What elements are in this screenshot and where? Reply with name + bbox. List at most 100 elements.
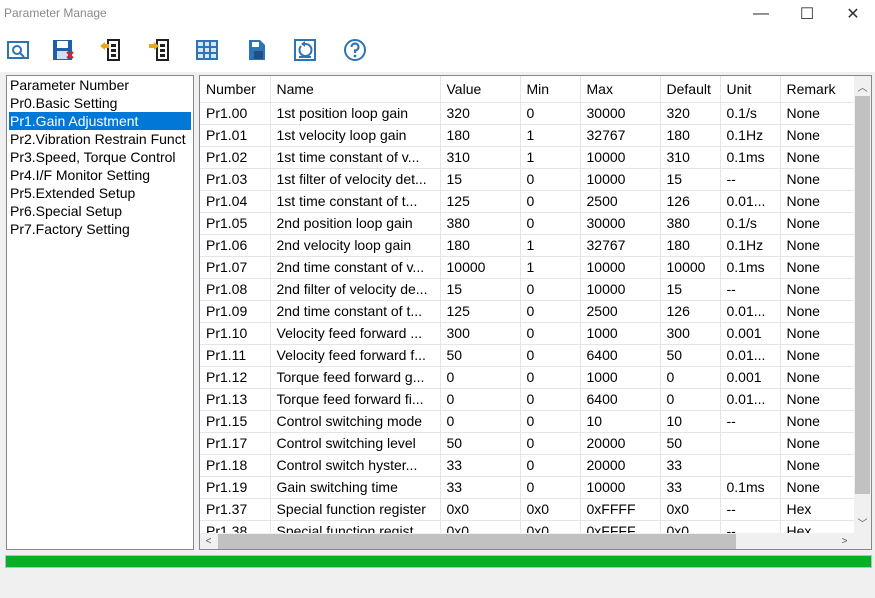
table-cell[interactable]: 0: [520, 454, 581, 477]
maximize-button[interactable]: ☐: [784, 0, 830, 27]
table-cell[interactable]: None: [780, 168, 854, 191]
table-cell[interactable]: Pr1.05: [200, 212, 271, 235]
column-header[interactable]: Max: [580, 76, 661, 103]
table-cell[interactable]: 1: [520, 124, 581, 147]
column-header[interactable]: Value: [440, 76, 521, 103]
upload-button[interactable]: [145, 36, 173, 64]
table-cell[interactable]: 0.1ms: [720, 476, 781, 499]
table-cell[interactable]: 0: [520, 432, 581, 455]
table-cell[interactable]: 10000: [580, 476, 661, 499]
tree-item[interactable]: Pr0.Basic Setting: [7, 94, 193, 112]
table-cell[interactable]: 15: [440, 278, 521, 301]
table-row[interactable]: Pr1.19 Gain switching time 33 0 10000 33 0.1ms…: [200, 476, 854, 499]
table-cell[interactable]: 0.1/s: [720, 212, 781, 235]
table-cell[interactable]: 0.01...: [720, 344, 781, 367]
table-cell[interactable]: 0.1Hz: [720, 124, 781, 147]
table-cell[interactable]: 2nd filter of velocity de...: [270, 278, 441, 301]
tree-item[interactable]: Parameter Number: [7, 76, 193, 94]
table-cell[interactable]: 20000: [580, 432, 661, 455]
minimize-button[interactable]: —: [738, 0, 784, 27]
table-cell[interactable]: 0.01...: [720, 388, 781, 411]
table-cell[interactable]: 0x0: [440, 498, 521, 521]
tree-item[interactable]: Pr3.Speed, Torque Control: [7, 148, 193, 166]
table-row[interactable]: Pr1.02 1st time constant of v... 310 1 10000…: [200, 146, 854, 169]
table-cell[interactable]: Pr1.13: [200, 388, 271, 411]
table-cell[interactable]: None: [780, 234, 854, 257]
scroll-right-button[interactable]: >: [836, 533, 853, 549]
column-header[interactable]: Name: [270, 76, 441, 103]
table-cell[interactable]: 0: [520, 476, 581, 499]
table-cell[interactable]: Pr1.09: [200, 300, 271, 323]
table-cell[interactable]: 0x0: [660, 498, 721, 521]
table-row[interactable]: Pr1.07 2nd time constant of v... 10000 1 100…: [200, 256, 854, 279]
table-cell[interactable]: 0xFFFF: [580, 520, 661, 533]
table-cell[interactable]: None: [780, 410, 854, 433]
scroll-left-button[interactable]: <: [200, 533, 217, 549]
table-cell[interactable]: 180: [660, 124, 721, 147]
table-cell[interactable]: Pr1.00: [200, 102, 271, 125]
table-button[interactable]: [193, 36, 221, 64]
table-cell[interactable]: 0: [520, 344, 581, 367]
table-cell[interactable]: 50: [660, 344, 721, 367]
table-cell[interactable]: Pr1.19: [200, 476, 271, 499]
table-cell[interactable]: 0: [520, 322, 581, 345]
table-cell[interactable]: 2nd time constant of t...: [270, 300, 441, 323]
table-cell[interactable]: Hex: [780, 498, 854, 521]
scroll-up-button[interactable]: ︿: [854, 78, 871, 95]
write-eeprom-button[interactable]: [242, 36, 270, 64]
table-cell[interactable]: 0: [520, 300, 581, 323]
tree-item[interactable]: Pr1.Gain Adjustment: [9, 112, 191, 130]
table-cell[interactable]: None: [780, 190, 854, 213]
table-cell[interactable]: 33: [440, 476, 521, 499]
table-cell[interactable]: Pr1.10: [200, 322, 271, 345]
table-row[interactable]: Pr1.04 1st time constant of t... 125 0 2500 1…: [200, 190, 854, 213]
column-header[interactable]: Min: [520, 76, 581, 103]
table-cell[interactable]: 30000: [580, 102, 661, 125]
reset-button[interactable]: [291, 36, 319, 64]
table-cell[interactable]: None: [780, 256, 854, 279]
table-cell[interactable]: 0: [520, 278, 581, 301]
table-cell[interactable]: Hex: [780, 520, 854, 533]
tree-item[interactable]: Pr4.I/F Monitor Setting: [7, 166, 193, 184]
table-cell[interactable]: 320: [440, 102, 521, 125]
table-cell[interactable]: --: [720, 498, 781, 521]
table-cell[interactable]: 1000: [580, 322, 661, 345]
table-cell[interactable]: Special function register: [270, 498, 441, 521]
table-cell[interactable]: None: [780, 322, 854, 345]
table-cell[interactable]: 300: [660, 322, 721, 345]
table-cell[interactable]: 10000: [580, 278, 661, 301]
table-cell[interactable]: None: [780, 476, 854, 499]
table-cell[interactable]: 33: [660, 454, 721, 477]
table-cell[interactable]: 30000: [580, 212, 661, 235]
table-row[interactable]: Pr1.17 Control switching level 50 0 20000 50 N…: [200, 432, 854, 455]
table-cell[interactable]: 300: [440, 322, 521, 345]
table-cell[interactable]: Pr1.03: [200, 168, 271, 191]
table-cell[interactable]: 2500: [580, 190, 661, 213]
table-cell[interactable]: 33: [660, 476, 721, 499]
table-cell[interactable]: 1: [520, 146, 581, 169]
table-cell[interactable]: 1: [520, 256, 581, 279]
table-cell[interactable]: 0: [520, 168, 581, 191]
table-cell[interactable]: None: [780, 102, 854, 125]
table-cell[interactable]: 10000: [660, 256, 721, 279]
table-cell[interactable]: 32767: [580, 124, 661, 147]
table-cell[interactable]: Pr1.12: [200, 366, 271, 389]
table-cell[interactable]: --: [720, 520, 781, 533]
table-cell[interactable]: None: [780, 212, 854, 235]
table-cell[interactable]: 1st filter of velocity det...: [270, 168, 441, 191]
table-cell[interactable]: 125: [440, 300, 521, 323]
table-cell[interactable]: 0.001: [720, 322, 781, 345]
table-row[interactable]: Pr1.00 1st position loop gain 320 0 30000 320…: [200, 102, 854, 125]
table-cell[interactable]: --: [720, 278, 781, 301]
table-cell[interactable]: 0x0: [440, 520, 521, 533]
table-row[interactable]: Pr1.08 2nd filter of velocity de... 15 0 100…: [200, 278, 854, 301]
column-header[interactable]: Remark: [780, 76, 854, 103]
table-cell[interactable]: [720, 432, 781, 455]
table-cell[interactable]: 1000: [580, 366, 661, 389]
table-cell[interactable]: None: [780, 366, 854, 389]
table-cell[interactable]: Pr1.04: [200, 190, 271, 213]
table-cell[interactable]: 1st position loop gain: [270, 102, 441, 125]
table-cell[interactable]: 0.1ms: [720, 146, 781, 169]
table-cell[interactable]: 0: [520, 190, 581, 213]
table-cell[interactable]: 50: [440, 344, 521, 367]
